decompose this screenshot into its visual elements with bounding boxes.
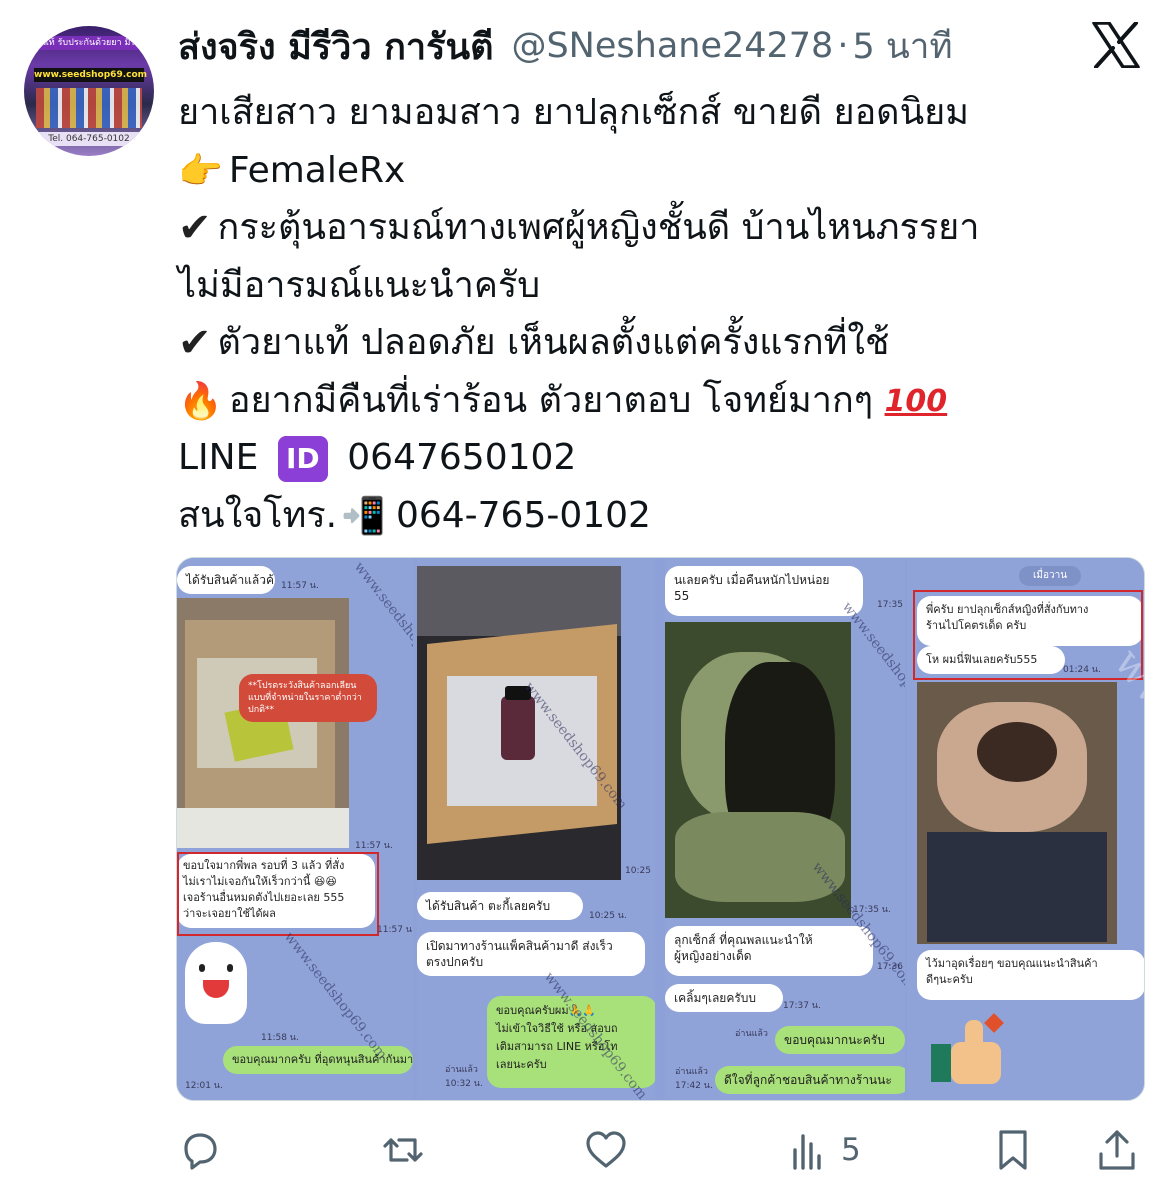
separator-dot: · (837, 26, 849, 66)
tweet-line-text: FemaleRx (228, 149, 406, 191)
tweet-line-text: 0647650102 (347, 437, 577, 478)
chat-line: ผู้หญิงอย่างเด็ด (674, 949, 752, 963)
chat-line: นเลยครับ เมื่อคืนหนักไปหน่อย (674, 573, 830, 587)
tweet-line: LINE ID 0647650102 (178, 429, 1138, 487)
media-image-4[interactable]: เมื่อวาน พี่ครับ ยาปลุกเซ็กส์หญิงที่สั่ง… (907, 558, 1144, 1100)
reply-icon (184, 1133, 217, 1170)
reply-button[interactable] (178, 1122, 222, 1178)
tweet-line: 🔥 อยากมีคืนที่เร่าร้อน ตัวยาตอบ โจทย์มากๆ… (178, 372, 1138, 430)
tweet-media[interactable]: ได้รับสินค้าแล้วค้าบ 11:57 น. **โปรดระวั… (176, 557, 1145, 1101)
bunny-sticker-icon (185, 942, 247, 1024)
media-image-1[interactable]: ได้รับสินค้าแล้วค้าบ 11:57 น. **โปรดระวั… (177, 558, 413, 1100)
chat-bubble: นเลยครับ เมื่อคืนหนักไปหน่อย 55 (665, 566, 863, 616)
heart-icon (586, 1131, 626, 1168)
id-button-icon: ID (277, 436, 328, 482)
chat-bubble: เคลิ้มๆเลยครับบ (665, 984, 783, 1012)
tweet-line-text: LINE (178, 437, 259, 478)
views-count: 5 (841, 1132, 861, 1168)
chat-bubble: ได้รับสินค้า ตะกี้เลยครับ (417, 892, 583, 920)
tweet-line: ✔ ตัวยาแท้ ปลอดภัย เห็นผลตั้งแต่ครั้งแรกท… (178, 314, 1138, 372)
thumbs-up-sticker-icon (931, 1013, 1013, 1086)
mobile-phone-arrow-icon: 📲 (341, 495, 386, 537)
tweet-line-text: ตัวยาแท้ ปลอดภัย เห็นผลตั้งแต่ครั้งแรกที… (217, 322, 890, 363)
tweet-line: 👉 FemaleRx (178, 142, 1138, 200)
chat-bubble: ลุกเซ็กส์ ที่คุณพลแนะนำให้ ผู้หญิงอย่างเ… (665, 926, 873, 976)
tweet-actions: 5 (0, 1122, 1169, 1178)
bookmark-icon (999, 1130, 1027, 1170)
read-receipt: อ่านแล้ว (445, 1065, 478, 1075)
share-icon (1099, 1130, 1135, 1170)
tweet-line-text: อยากมีคืนที่เร่าร้อน ตัวยาตอบ โจทย์มากๆ (228, 379, 874, 421)
tweet-line: ไม่มีอารมณ์แนะนำครับ (178, 264, 541, 306)
chat-line: ลุกเซ็กส์ ที่คุณพลแนะนำให้ (674, 933, 813, 947)
chat-line: 55 (674, 589, 690, 603)
tweet-line: สนใจโทร. 📲 064-765-0102 (178, 487, 1138, 545)
tweet-line: ยาเสียสาว ยามอมสาว ยาปลุกเซ็กส์ ขายดี ยอ… (178, 92, 969, 133)
chat-timestamp: 11:57 น. (355, 841, 393, 851)
x-logo-icon[interactable] (1092, 22, 1140, 68)
photo-image (917, 682, 1117, 944)
chat-timestamp: 17:42 น. (675, 1081, 713, 1091)
read-receipt: อ่านแล้ว (675, 1067, 708, 1077)
retweet-button[interactable] (381, 1122, 425, 1178)
media-image-2[interactable]: 10:25 ได้รับสินค้า ตะกี้เลยครับ 10:25 น.… (417, 558, 655, 1100)
tweet-line-text: 064-765-0102 (395, 494, 651, 536)
chat-bubble: เปิดมาทางร้านแพ็คสินค้ามาดี ส่งเร็ว ตรงป… (417, 932, 645, 976)
chat-bubble: ไว้มาอุดเรื่อยๆ ขอบคุณแนะนำสินค้า ดีๆนะค… (917, 950, 1144, 1000)
product-box-photo (177, 598, 349, 848)
chat-timestamp: 10:25 (625, 866, 651, 876)
check-mark-icon: ✔ (178, 205, 212, 252)
reply-bubble: ขอบคุณมากนะครับ (775, 1026, 905, 1054)
avatar-phone: Tel. 064-765-0102 (24, 132, 154, 146)
chat-line: ไว้มาอุดเรื่อยๆ ขอบคุณแนะนำสินค้า (926, 957, 1098, 970)
parcel-photo (417, 566, 621, 880)
chat-timestamp: 10:25 น. (589, 911, 627, 921)
display-name[interactable]: ส่งจริง มีรีวิว การันตี (178, 18, 493, 75)
pointing-hand-icon: 👉 (178, 150, 223, 192)
tweet-line: ✔ กระตุ้นอารมณ์ทางเพศผู้หญิงชั้นดี บ้านไห… (178, 199, 1138, 257)
chat-line: ดีๆนะครับ (926, 973, 973, 986)
chat-timestamp: 11:57 น. (281, 581, 319, 591)
read-receipt: อ่านแล้ว (735, 1029, 768, 1039)
chat-timestamp: 10:32 น. (445, 1079, 483, 1089)
avatar[interactable]: ยาแท้ รับประกันด้วยยา มีรีวิว www.seedsh… (24, 26, 154, 156)
bookmark-button[interactable] (991, 1122, 1035, 1178)
user-handle[interactable]: @SNeshane24278 (511, 26, 833, 66)
chat-timestamp: 11:58 น. (261, 1033, 299, 1043)
avatar-product-image (36, 88, 142, 128)
chat-line: เปิดมาทางร้านแพ็คสินค้ามาดี ส่งเร็ว (426, 939, 613, 953)
avatar-banner: ยาแท้ รับประกันด้วยยา มีรีวิว (24, 36, 154, 50)
hundred-points-icon: 100 (884, 383, 948, 419)
chat-bubble: ได้รับสินค้าแล้วค้าบ (177, 566, 275, 594)
chat-timestamp: 11:57 น. (377, 925, 413, 935)
fire-icon: 🔥 (178, 380, 223, 422)
tweet-line-text: กระตุ้นอารมณ์ทางเพศผู้หญิงชั้นดี บ้านไหน… (217, 207, 980, 248)
tweet-line-text: สนใจโทร. (178, 494, 338, 536)
tweet-header: ส่งจริง มีรีวิว การันตี @SNeshane24278 ·… (178, 24, 953, 68)
date-pill: เมื่อวาน (1019, 566, 1081, 586)
reply-bubble: ดีใจที่ลูกค้าชอบสินค้าทางร้านนะ (715, 1066, 905, 1094)
chat-line: เติมสามารถ LINE หรือโท (496, 1040, 618, 1053)
chat-line: ตรงปกครับ (426, 955, 484, 969)
retweet-icon (383, 1138, 423, 1162)
views-button[interactable]: 5 (787, 1122, 861, 1178)
highlight-box (177, 852, 379, 936)
timestamp[interactable]: 5 นาที (852, 19, 952, 74)
check-mark-icon: ✔ (178, 320, 212, 367)
like-button[interactable] (584, 1122, 628, 1178)
watermark: www.seedshop69.com (350, 559, 413, 693)
media-image-3[interactable]: นเลยครับ เมื่อคืนหนักไปหน่อย 55 17:35 17… (665, 558, 905, 1100)
chat-line: ไม่เข้าใจวิธีใช้ หรือ สอบถ (496, 1022, 618, 1035)
share-button[interactable] (1095, 1122, 1139, 1178)
warning-note: **โปรดระวังสินค้าลอกเลียนแบบที่จำหน่ายใน… (239, 674, 377, 722)
chat-timestamp: 17:35 (877, 600, 903, 610)
tweet-text: ยาเสียสาว ยามอมสาว ยาปลุกเซ็กส์ ขายดี ยอ… (178, 84, 1138, 544)
chat-timestamp: 12:01 น. (185, 1081, 223, 1091)
avatar-url: www.seedshop69.com (34, 68, 148, 82)
chat-timestamp: 17:37 น. (783, 1001, 821, 1011)
views-chart-icon (793, 1134, 821, 1170)
